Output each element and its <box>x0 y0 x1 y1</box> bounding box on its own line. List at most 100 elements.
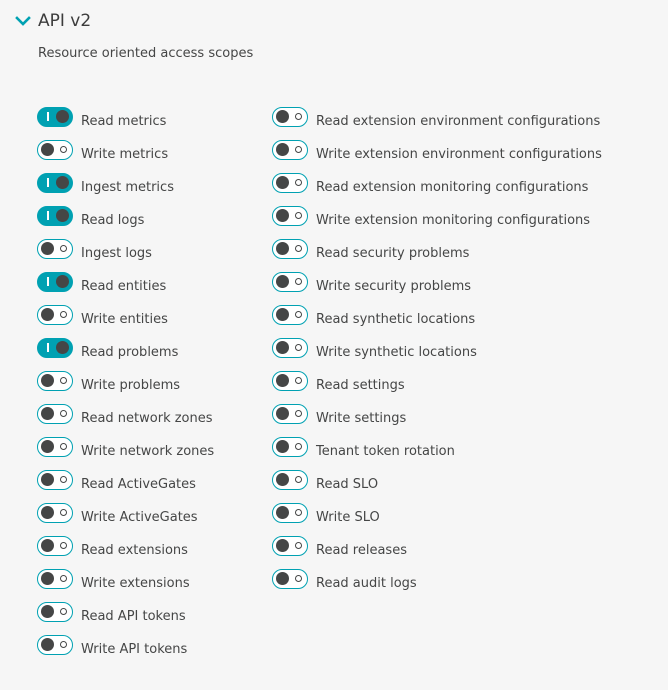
scope-label: Read releases <box>316 543 407 558</box>
toggle-read-activegates[interactable] <box>37 470 73 490</box>
toggle-read-synthetic-locations[interactable] <box>272 305 308 325</box>
toggle-read-logs[interactable] <box>37 206 73 226</box>
scope-row-read-extension-monitoring-configurations[interactable]: Read extension monitoring configurations <box>272 173 602 206</box>
section-subtitle: Resource oriented access scopes <box>38 46 254 61</box>
scope-row-write-network-zones[interactable]: Write network zones <box>37 437 214 470</box>
scope-row-read-security-problems[interactable]: Read security problems <box>272 239 602 272</box>
toggle-ingest-logs[interactable] <box>37 239 73 259</box>
scope-row-read-problems[interactable]: Read problems <box>37 338 214 371</box>
toggle-read-extension-monitoring-configurations[interactable] <box>272 173 308 193</box>
scope-row-write-problems[interactable]: Write problems <box>37 371 214 404</box>
toggle-tenant-token-rotation[interactable] <box>272 437 308 457</box>
scope-label: Read synthetic locations <box>316 312 476 327</box>
scope-label: Read ActiveGates <box>81 477 196 492</box>
toggle-read-settings[interactable] <box>272 371 308 391</box>
toggle-off-indicator-icon <box>295 179 302 186</box>
toggle-knob <box>41 242 54 255</box>
toggle-read-metrics[interactable] <box>37 107 73 127</box>
toggle-knob <box>276 407 289 420</box>
scope-label: Write entities <box>81 312 168 327</box>
scope-row-read-synthetic-locations[interactable]: Read synthetic locations <box>272 305 602 338</box>
toggle-read-security-problems[interactable] <box>272 239 308 259</box>
toggle-read-entities[interactable] <box>37 272 73 292</box>
toggle-write-extension-environment-configurations[interactable] <box>272 140 308 160</box>
scope-label: Write extensions <box>81 576 190 591</box>
scope-row-write-api-tokens[interactable]: Write API tokens <box>37 635 214 668</box>
scope-label: Write metrics <box>81 147 169 162</box>
scope-row-read-audit-logs[interactable]: Read audit logs <box>272 569 602 602</box>
toggle-off-indicator-icon <box>60 542 67 549</box>
toggle-write-network-zones[interactable] <box>37 437 73 457</box>
toggle-knob <box>41 473 54 486</box>
toggle-knob <box>276 242 289 255</box>
toggle-read-extension-environment-configurations[interactable] <box>272 107 308 127</box>
toggle-write-security-problems[interactable] <box>272 272 308 292</box>
scope-label: Read extensions <box>81 543 188 558</box>
scope-row-write-settings[interactable]: Write settings <box>272 404 602 437</box>
scope-row-write-extension-monitoring-configurations[interactable]: Write extension monitoring configuration… <box>272 206 602 239</box>
scope-row-read-network-zones[interactable]: Read network zones <box>37 404 214 437</box>
toggle-off-indicator-icon <box>60 608 67 615</box>
section-header-api-v2[interactable]: API v2 <box>14 8 91 34</box>
toggle-read-api-tokens[interactable] <box>37 602 73 622</box>
toggle-off-indicator-icon <box>60 509 67 516</box>
toggle-off-indicator-icon <box>295 410 302 417</box>
scope-row-write-extension-environment-configurations[interactable]: Write extension environment configuratio… <box>272 140 602 173</box>
scope-row-write-security-problems[interactable]: Write security problems <box>272 272 602 305</box>
toggle-knob <box>276 572 289 585</box>
toggle-off-indicator-icon <box>60 476 67 483</box>
scope-row-read-logs[interactable]: Read logs <box>37 206 214 239</box>
scope-row-read-entities[interactable]: Read entities <box>37 272 214 305</box>
scope-row-read-releases[interactable]: Read releases <box>272 536 602 569</box>
scope-row-write-activegates[interactable]: Write ActiveGates <box>37 503 214 536</box>
scope-row-tenant-token-rotation[interactable]: Tenant token rotation <box>272 437 602 470</box>
toggle-off-indicator-icon <box>295 542 302 549</box>
scope-row-write-slo[interactable]: Write SLO <box>272 503 602 536</box>
toggle-write-extensions[interactable] <box>37 569 73 589</box>
scope-row-write-synthetic-locations[interactable]: Write synthetic locations <box>272 338 602 371</box>
toggle-read-problems[interactable] <box>37 338 73 358</box>
toggle-write-api-tokens[interactable] <box>37 635 73 655</box>
toggle-knob <box>276 308 289 321</box>
toggle-knob <box>276 209 289 222</box>
toggle-on-indicator-icon <box>47 178 49 187</box>
toggle-knob <box>56 110 69 123</box>
toggle-read-audit-logs[interactable] <box>272 569 308 589</box>
scope-row-read-metrics[interactable]: Read metrics <box>37 107 214 140</box>
scope-row-read-extension-environment-configurations[interactable]: Read extension environment configuration… <box>272 107 602 140</box>
scope-row-ingest-logs[interactable]: Ingest logs <box>37 239 214 272</box>
toggle-off-indicator-icon <box>295 212 302 219</box>
toggle-ingest-metrics[interactable] <box>37 173 73 193</box>
toggle-write-slo[interactable] <box>272 503 308 523</box>
toggle-read-slo[interactable] <box>272 470 308 490</box>
toggle-write-activegates[interactable] <box>37 503 73 523</box>
scope-row-ingest-metrics[interactable]: Ingest metrics <box>37 173 214 206</box>
toggle-write-metrics[interactable] <box>37 140 73 160</box>
toggle-write-settings[interactable] <box>272 404 308 424</box>
toggle-write-extension-monitoring-configurations[interactable] <box>272 206 308 226</box>
toggle-read-extensions[interactable] <box>37 536 73 556</box>
scope-row-read-extensions[interactable]: Read extensions <box>37 536 214 569</box>
scope-row-write-extensions[interactable]: Write extensions <box>37 569 214 602</box>
toggle-knob <box>56 209 69 222</box>
toggle-read-network-zones[interactable] <box>37 404 73 424</box>
toggle-knob <box>276 506 289 519</box>
scope-row-read-settings[interactable]: Read settings <box>272 371 602 404</box>
toggle-off-indicator-icon <box>295 476 302 483</box>
scope-row-read-activegates[interactable]: Read ActiveGates <box>37 470 214 503</box>
scope-label: Write security problems <box>316 279 472 294</box>
toggle-off-indicator-icon <box>295 377 302 384</box>
toggle-write-entities[interactable] <box>37 305 73 325</box>
scope-row-write-entities[interactable]: Write entities <box>37 305 214 338</box>
toggle-off-indicator-icon <box>295 443 302 450</box>
scope-row-read-slo[interactable]: Read SLO <box>272 470 602 503</box>
toggle-read-releases[interactable] <box>272 536 308 556</box>
scope-row-write-metrics[interactable]: Write metrics <box>37 140 214 173</box>
toggle-knob <box>41 638 54 651</box>
toggle-write-synthetic-locations[interactable] <box>272 338 308 358</box>
toggle-write-problems[interactable] <box>37 371 73 391</box>
scope-row-read-api-tokens[interactable]: Read API tokens <box>37 602 214 635</box>
scope-label: Ingest metrics <box>81 180 174 195</box>
toggle-knob <box>41 572 54 585</box>
chevron-down-icon[interactable] <box>14 12 32 30</box>
